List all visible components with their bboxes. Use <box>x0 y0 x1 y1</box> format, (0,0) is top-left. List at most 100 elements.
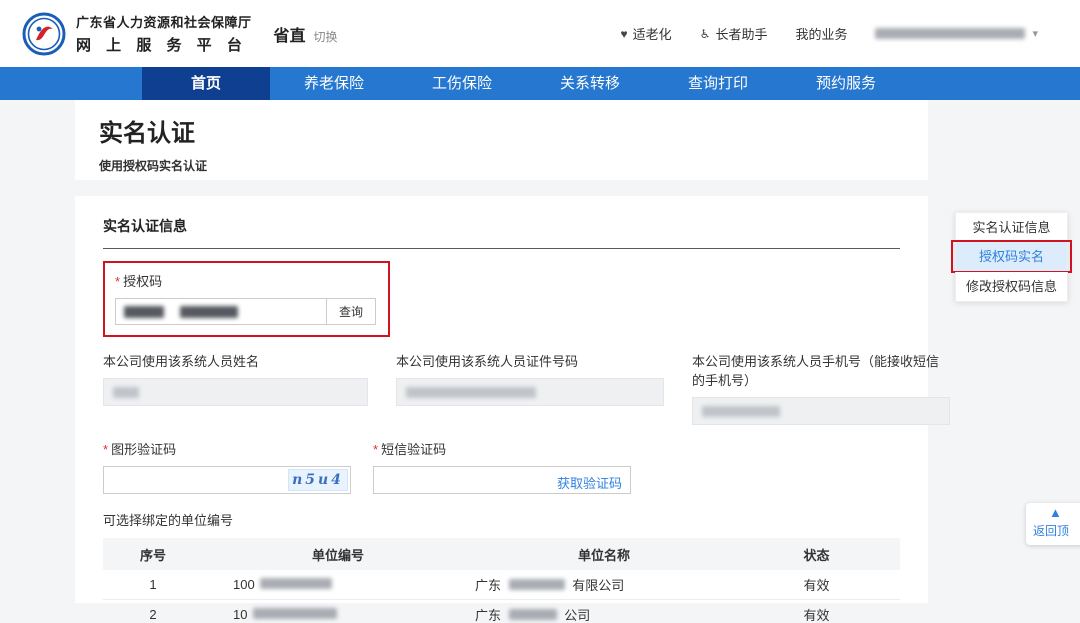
required-marker: * <box>373 442 378 457</box>
back-to-top-button[interactable]: ▲ 返回顶 <box>1026 503 1080 545</box>
person-name-input <box>103 378 368 406</box>
brand: 广东省人力资源和社会保障厅 网 上 服 务 平 台 省直 切换 <box>22 12 338 56</box>
get-sms-code-link[interactable]: 获取验证码 <box>557 473 622 492</box>
brand-text: 广东省人力资源和社会保障厅 网 上 服 务 平 台 <box>76 12 252 55</box>
unit-name-suffix: 有限公司 <box>572 578 624 593</box>
col-header-unit-name: 单位名称 <box>443 545 733 564</box>
unit-name-suffix: 公司 <box>564 608 590 623</box>
region-label: 省直 <box>274 22 306 46</box>
captcha-field: *图形验证码 n5u4 <box>103 439 351 494</box>
unit-name-prefix: 广东 <box>475 578 501 593</box>
sms-label: 短信验证码 <box>381 442 446 457</box>
person-id-input <box>396 378 664 406</box>
captcha-input[interactable]: n5u4 <box>103 466 351 494</box>
sms-label-row: *短信验证码 <box>373 439 631 458</box>
person-name-label: 本公司使用该系统人员姓名 <box>103 351 368 370</box>
col-header-status: 状态 <box>733 545 900 564</box>
cell-serial: 2 <box>103 607 203 622</box>
person-id-label: 本公司使用该系统人员证件号码 <box>396 351 664 370</box>
col-header-unit-no: 单位编号 <box>203 545 443 564</box>
senior-assistant-link[interactable]: ♿ 长者助手 <box>700 24 768 43</box>
user-menu[interactable]: ▾ <box>875 27 1038 40</box>
redacted-unit-name <box>509 609 557 620</box>
sms-code-field: *短信验证码 获取验证码 <box>373 439 631 494</box>
units-table: 序号 单位编号 单位名称 状态 1 100 广东 有限公司 <box>103 538 900 623</box>
redacted-auth-code <box>124 306 164 318</box>
captcha-label: 图形验证码 <box>111 442 176 457</box>
redacted-person-name <box>113 387 139 398</box>
query-button[interactable]: 查询 <box>326 298 376 325</box>
person-phone-input <box>692 397 950 425</box>
section-title: 实名认证信息 <box>103 216 900 249</box>
side-menu-item-authcode-realname[interactable]: 授权码实名 <box>955 242 1068 272</box>
primary-nav: 首页 养老保险 工伤保险 关系转移 查询打印 预约服务 <box>0 67 1080 100</box>
nav-tab-query-print[interactable]: 查询打印 <box>654 67 782 100</box>
back-to-top-label: 返回顶 <box>1033 522 1080 539</box>
required-marker: * <box>115 274 120 289</box>
redacted-person-id <box>406 387 536 398</box>
page-header-card: 实名认证 使用授权码实名认证 <box>75 100 928 180</box>
unit-no-visible: 10 <box>233 607 247 622</box>
site-header: 广东省人力资源和社会保障厅 网 上 服 务 平 台 省直 切换 ♥ 适老化 ♿ … <box>0 0 1080 67</box>
auth-code-label: 授权码 <box>123 274 162 289</box>
cell-unit-no: 100 <box>203 577 443 592</box>
cell-status: 有效 <box>733 575 900 594</box>
app-window: 广东省人力资源和社会保障厅 网 上 服 务 平 台 省直 切换 ♥ 适老化 ♿ … <box>0 0 1080 623</box>
page-subtitle: 使用授权码实名认证 <box>99 157 904 174</box>
content-area: 实名认证 使用授权码实名认证 实名认证信息 *授权码 查询 <box>0 100 1080 623</box>
cell-unit-no: 10 <box>203 607 443 622</box>
captcha-label-row: *图形验证码 <box>103 439 351 458</box>
back-to-top-icon: ▲ <box>1049 506 1080 520</box>
region-block: 省直 切换 <box>274 22 338 46</box>
gov-logo-icon <box>22 12 66 56</box>
captcha-image[interactable]: n5u4 <box>288 469 348 491</box>
cell-serial: 1 <box>103 577 203 592</box>
nav-tab-transfer[interactable]: 关系转移 <box>526 67 654 100</box>
elderly-mode-link[interactable]: ♥ 适老化 <box>621 24 672 43</box>
redacted-unit-name <box>509 579 565 590</box>
units-table-title: 可选择绑定的单位编号 <box>103 510 900 529</box>
sms-code-input[interactable]: 获取验证码 <box>373 466 631 494</box>
col-header-serial: 序号 <box>103 545 203 564</box>
my-business-link[interactable]: 我的业务 <box>795 24 847 43</box>
redacted-unit-no <box>260 578 332 589</box>
page-title: 实名认证 <box>99 113 904 148</box>
unit-name-prefix: 广东 <box>475 608 501 623</box>
table-row[interactable]: 2 10 广东 公司 有效 <box>103 600 900 623</box>
platform-name: 网 上 服 务 平 台 <box>76 34 252 55</box>
side-menu-item-realname-info[interactable]: 实名认证信息 <box>955 212 1068 242</box>
person-info-row: 本公司使用该系统人员姓名 本公司使用该系统人员证件号码 本公司使用该系统人员手机… <box>103 351 900 425</box>
verification-row: *图形验证码 n5u4 *短信验证码 获取验证码 <box>103 439 900 494</box>
person-phone-field: 本公司使用该系统人员手机号（能接收短信的手机号） <box>692 351 950 425</box>
unit-no-visible: 100 <box>233 577 255 592</box>
redacted-person-phone <box>702 406 780 417</box>
heart-icon: ♥ <box>621 27 628 41</box>
realname-form-card: 实名认证信息 *授权码 查询 本公司使用该系统人员姓名 <box>75 196 928 603</box>
nav-tab-work-injury[interactable]: 工伤保险 <box>398 67 526 100</box>
side-menu-item-label: 授权码实名 <box>979 249 1044 264</box>
person-name-field: 本公司使用该系统人员姓名 <box>103 351 368 425</box>
redacted-auth-code <box>180 306 238 318</box>
elderly-mode-label: 适老化 <box>633 24 672 43</box>
side-menu: 实名认证信息 授权码实名 修改授权码信息 <box>955 212 1068 302</box>
required-marker: * <box>103 442 108 457</box>
auth-code-annotation-box: *授权码 查询 <box>103 261 390 337</box>
nav-tab-home[interactable]: 首页 <box>142 67 270 100</box>
cell-status: 有效 <box>733 605 900 623</box>
region-switch-link[interactable]: 切换 <box>314 28 338 45</box>
org-name: 广东省人力资源和社会保障厅 <box>76 12 252 31</box>
table-header-row: 序号 单位编号 单位名称 状态 <box>103 538 900 570</box>
nav-tab-pension[interactable]: 养老保险 <box>270 67 398 100</box>
auth-code-input[interactable] <box>115 298 327 325</box>
cell-unit-name: 广东 公司 <box>443 605 733 623</box>
table-row[interactable]: 1 100 广东 有限公司 有效 <box>103 570 900 600</box>
side-menu-item-modify-authcode[interactable]: 修改授权码信息 <box>955 272 1068 302</box>
auth-code-input-group: 查询 <box>115 298 376 325</box>
nav-tab-appointment[interactable]: 预约服务 <box>782 67 910 100</box>
redacted-unit-no <box>253 608 337 619</box>
redacted-username <box>875 28 1025 39</box>
chevron-down-icon: ▾ <box>1032 27 1038 40</box>
cell-unit-name: 广东 有限公司 <box>443 575 733 594</box>
captcha-text: n5u4 <box>292 472 344 488</box>
person-phone-label: 本公司使用该系统人员手机号（能接收短信的手机号） <box>692 351 950 389</box>
